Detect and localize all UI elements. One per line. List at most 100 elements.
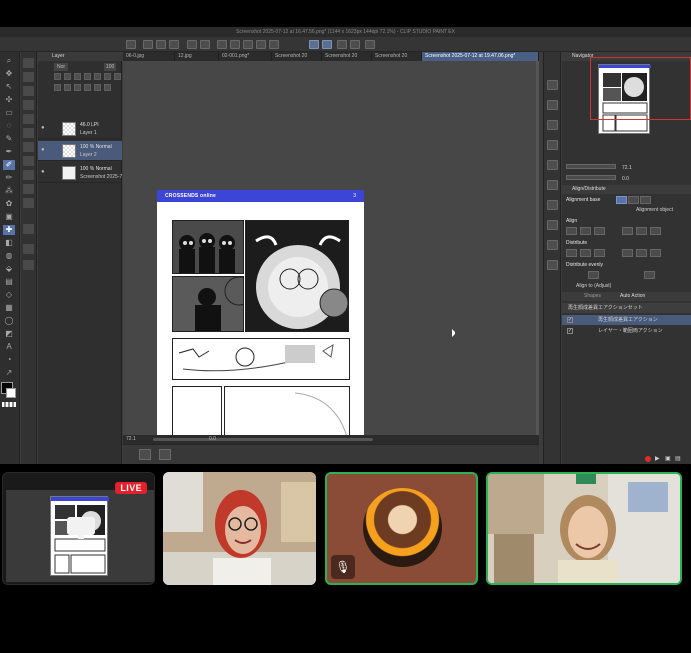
- align-base-selection-icon[interactable]: [616, 196, 627, 204]
- navigator-viewport-frame[interactable]: [590, 57, 691, 120]
- page-manager-icon[interactable]: [139, 449, 151, 460]
- rotation-slider[interactable]: [566, 175, 616, 180]
- ruler-icon[interactable]: [309, 40, 319, 49]
- transparent-color-swatch[interactable]: [2, 402, 16, 407]
- airbrush-tool-icon[interactable]: ⁂: [3, 186, 15, 196]
- story-icon[interactable]: [159, 449, 171, 460]
- distribute-horizontal-icon[interactable]: [588, 271, 599, 279]
- palette-icon[interactable]: [547, 80, 558, 90]
- palette-icon[interactable]: [547, 140, 558, 150]
- layer-option-icon[interactable]: [54, 84, 61, 91]
- ruler-tool-icon[interactable]: ✚: [3, 225, 15, 235]
- sub-tool-icon[interactable]: [23, 58, 34, 68]
- sub-tool-icon[interactable]: [23, 198, 34, 208]
- sub-color-swatch[interactable]: [6, 388, 16, 398]
- navigator-zoom-value[interactable]: 72.1: [622, 165, 632, 171]
- distribute-top-icon[interactable]: [622, 249, 633, 257]
- sub-tool-icon[interactable]: [23, 244, 34, 254]
- new-folder-icon[interactable]: [74, 73, 81, 80]
- zoom-tool-icon[interactable]: ⌕: [3, 56, 15, 66]
- palette-icon[interactable]: [547, 100, 558, 110]
- hand-tool-icon[interactable]: ✥: [3, 69, 15, 79]
- stamp-tool-icon[interactable]: ▣: [3, 212, 15, 222]
- palette-icon[interactable]: [547, 160, 558, 170]
- distribute-bottom-icon[interactable]: [650, 249, 661, 257]
- brush-tool-icon[interactable]: ✐: [3, 160, 15, 170]
- sub-tool-icon[interactable]: [23, 72, 34, 82]
- figure-tool-icon[interactable]: ◇: [3, 290, 15, 300]
- align-bottom-icon[interactable]: [650, 227, 661, 235]
- gradient-tool-icon[interactable]: ▤: [3, 277, 15, 287]
- record-button[interactable]: [645, 456, 651, 462]
- distribute-right-icon[interactable]: [594, 249, 605, 257]
- sub-tool-icon[interactable]: [23, 142, 34, 152]
- frame-tool-icon[interactable]: ▦: [3, 303, 15, 313]
- document-tab[interactable]: Screenshot 20: [322, 52, 372, 61]
- lasso-tool-icon[interactable]: ◌: [3, 121, 15, 131]
- rotation-readout[interactable]: 0.0: [209, 435, 216, 444]
- layer-option-icon[interactable]: [74, 84, 81, 91]
- align-left-icon[interactable]: [566, 227, 577, 235]
- sub-tool-icon[interactable]: [23, 224, 34, 234]
- document-tab-active[interactable]: Screenshot 2025-07-12 at 19.47.06.png*: [422, 52, 539, 61]
- sub-tool-icon[interactable]: [23, 170, 34, 180]
- decoration-tool-icon[interactable]: ✿: [3, 199, 15, 209]
- speech-tool-icon[interactable]: ◔: [3, 355, 15, 365]
- document-tab[interactable]: Screenshot 20: [272, 52, 322, 61]
- layer-row[interactable]: ● 100 % Normal Screenshot 2025-7: [38, 163, 122, 183]
- participant-video-tile[interactable]: [163, 472, 316, 585]
- crop-icon[interactable]: [269, 40, 279, 49]
- deselect-icon[interactable]: [256, 40, 266, 49]
- layer-option-icon[interactable]: [64, 84, 71, 91]
- transform-icon[interactable]: [243, 40, 253, 49]
- navigator-rotation-value[interactable]: 0.0: [622, 176, 629, 182]
- operation-tool-icon[interactable]: ↖: [3, 82, 15, 92]
- horizontal-scrollbar[interactable]: [153, 438, 373, 441]
- sub-tool-icon[interactable]: [23, 86, 34, 96]
- participant-video-tile-speaking[interactable]: 🎙: [325, 472, 478, 585]
- eraser-tool-icon[interactable]: ◧: [3, 238, 15, 248]
- palette-icon[interactable]: [547, 120, 558, 130]
- action-row[interactable]: ✓ レイヤー・範囲両アクション: [562, 326, 691, 336]
- mask-icon[interactable]: [84, 73, 91, 80]
- select-tool-icon[interactable]: ▭: [3, 108, 15, 118]
- palette-icon[interactable]: [547, 200, 558, 210]
- new-action-icon[interactable]: ▣: [665, 455, 671, 462]
- vertical-scrollbar[interactable]: [536, 61, 539, 435]
- new-vector-layer-icon[interactable]: [64, 73, 71, 80]
- blend-mode-select[interactable]: Nor: [54, 63, 69, 71]
- fill-tool-icon[interactable]: ⬙: [3, 264, 15, 274]
- distribute-middle-icon[interactable]: [636, 249, 647, 257]
- move-tool-icon[interactable]: ✣: [3, 95, 15, 105]
- action-set-select[interactable]: 再生顔成差異エアクションセット: [562, 303, 691, 313]
- sub-tool-icon[interactable]: [23, 128, 34, 138]
- align-base-object-icon[interactable]: [640, 196, 651, 204]
- document-tab[interactable]: 02-001.png*: [219, 52, 272, 61]
- document-tab[interactable]: 12.jpg: [175, 52, 219, 61]
- save-icon[interactable]: [169, 40, 179, 49]
- layer-opacity-field[interactable]: 100: [104, 63, 117, 71]
- layer-row[interactable]: ● 100 % Normal Layer 2: [38, 141, 122, 161]
- layer-settings-icon[interactable]: [350, 40, 360, 49]
- palette-icon[interactable]: [547, 260, 558, 270]
- distribute-left-icon[interactable]: [566, 249, 577, 257]
- distribute-vertical-icon[interactable]: [644, 271, 655, 279]
- line-tool-icon[interactable]: ◩: [3, 329, 15, 339]
- palette-icon[interactable]: [547, 180, 558, 190]
- canvas-area[interactable]: CROSSENDS online 3: [123, 61, 539, 435]
- menu-icon[interactable]: [126, 40, 136, 49]
- action-enabled-checkbox[interactable]: ✓: [567, 328, 573, 334]
- clip-icon[interactable]: [94, 73, 101, 80]
- palette-icon[interactable]: [547, 220, 558, 230]
- fill-icon[interactable]: [230, 40, 240, 49]
- zoom-readout[interactable]: 72.1: [126, 435, 136, 444]
- redo-icon[interactable]: [200, 40, 210, 49]
- new-raster-layer-icon[interactable]: [54, 73, 61, 80]
- visibility-eye-icon[interactable]: ●: [41, 169, 45, 175]
- delete-action-icon[interactable]: ▤: [675, 455, 681, 462]
- help-icon[interactable]: [365, 40, 375, 49]
- open-icon[interactable]: [156, 40, 166, 49]
- align-right-icon[interactable]: [594, 227, 605, 235]
- align-base-canvas-icon[interactable]: [628, 196, 639, 204]
- undo-icon[interactable]: [187, 40, 197, 49]
